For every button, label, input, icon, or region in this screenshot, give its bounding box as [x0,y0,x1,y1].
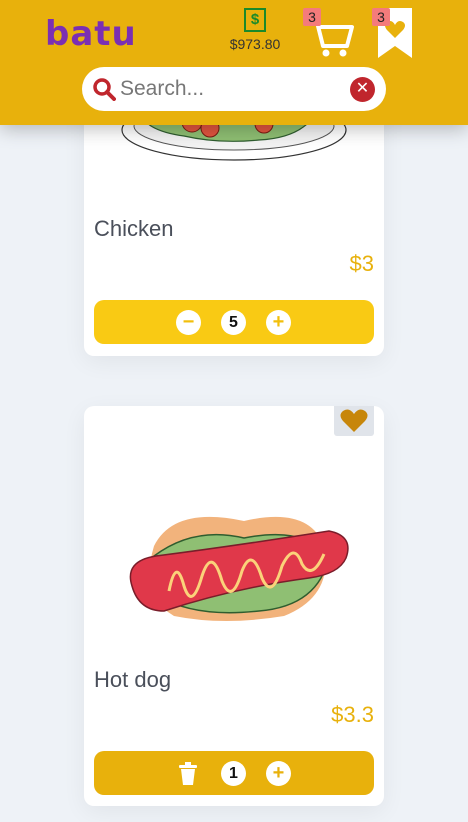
hot-dog-image [129,516,349,621]
cart-count-badge: 3 [303,8,321,26]
quantity-value: 5 [221,310,246,335]
wishlist-button[interactable]: 3 [372,8,418,58]
wallet-amount: $973.80 [229,36,281,52]
wishlist-count-badge: 3 [372,8,390,26]
search-icon [93,78,116,101]
product-name: Chicken [94,216,174,241]
heart-icon [340,409,368,432]
increase-button[interactable]: + [266,310,291,335]
clear-search-button[interactable]: ✕ [350,77,375,102]
search-input[interactable] [120,73,340,105]
decrease-button[interactable]: − [176,310,201,335]
wallet-balance: $ $973.80 [224,8,286,52]
product-card-hot-dog: Hot dog $3.3 1 + [84,406,384,806]
quantity-control: − 5 + [94,300,374,344]
quantity-control: 1 + [94,751,374,795]
product-price: $3.3 [331,702,374,727]
favorite-button[interactable] [334,406,374,436]
app-header: batu $ $973.80 3 3 ✕ [0,0,468,125]
cart-button[interactable]: 3 [303,8,355,58]
search-bar: ✕ [82,67,386,111]
app-logo[interactable]: batu [45,14,137,54]
dollar-icon: $ [244,8,266,32]
increase-button[interactable]: + [266,761,291,786]
quantity-value: 1 [221,761,246,786]
product-name: Hot dog [94,667,172,692]
product-price: $3 [349,251,374,276]
clear-icon: ✕ [355,80,370,97]
remove-item-button[interactable] [177,762,199,786]
trash-icon [179,762,197,785]
